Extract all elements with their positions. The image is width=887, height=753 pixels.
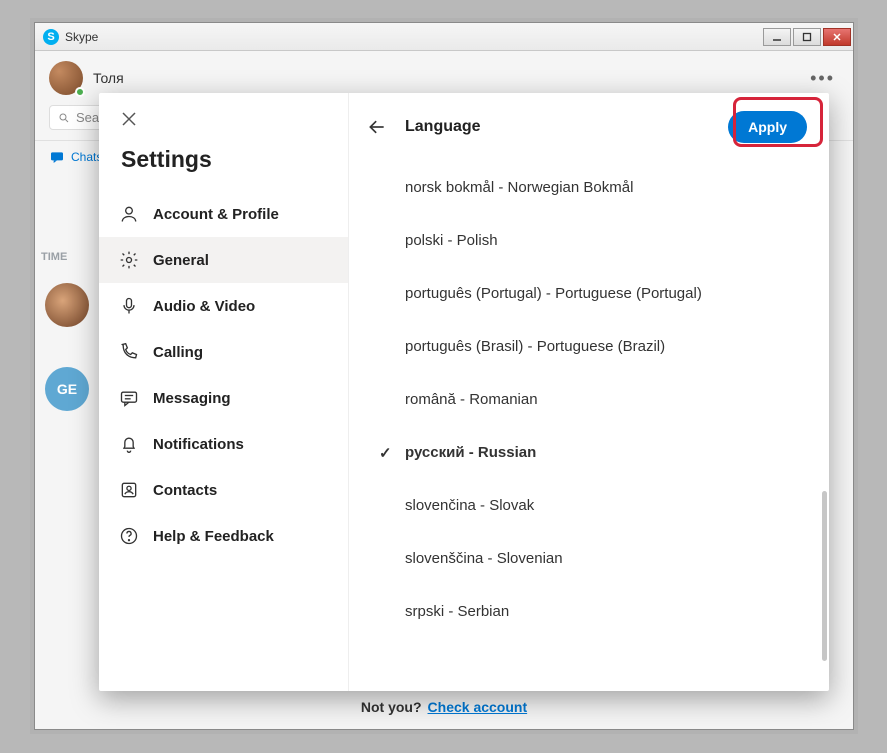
nav-label: Messaging [153,390,231,407]
settings-title: Settings [99,132,348,191]
nav-label: Contacts [153,482,217,499]
language-option[interactable]: русский - Russian [359,426,821,479]
language-list[interactable]: norsk bokmål - Norwegian Bokmålpolski - … [349,161,829,691]
language-option[interactable]: slovenščina - Slovenian [359,532,821,585]
nav-calling[interactable]: Calling [99,329,348,375]
nav-help-feedback[interactable]: Help & Feedback [99,513,348,559]
nav-general[interactable]: General [99,237,348,283]
close-settings-button[interactable] [99,93,348,132]
close-button[interactable] [823,28,851,46]
gear-icon [119,250,139,270]
arrow-left-icon [367,117,387,137]
message-icon [119,388,139,408]
settings-detail-pane: Language Apply norsk bokmål - Norwegian … [349,93,829,691]
detail-header: Language Apply [349,93,829,161]
app-window: S Skype Толя ••• Se [34,22,854,730]
language-option[interactable]: português (Portugal) - Portuguese (Portu… [359,267,821,320]
nav-contacts[interactable]: Contacts [99,467,348,513]
nav-label: General [153,252,209,269]
search-text: Sea [76,110,99,125]
nav-label: Help & Feedback [153,528,274,545]
tab-chats-label: Chats [71,150,102,164]
language-option[interactable]: română - Romanian [359,373,821,426]
nav-notifications[interactable]: Notifications [99,421,348,467]
microphone-icon [119,296,139,316]
language-option[interactable]: norsk bokmål - Norwegian Bokmål [359,161,821,214]
contact-avatar-1[interactable] [45,283,89,327]
check-account-link[interactable]: Check account [428,699,528,715]
titlebar: S Skype [35,23,853,51]
detail-title: Language [405,118,710,136]
presence-online-icon [75,87,85,97]
nav-label: Account & Profile [153,206,279,223]
nav-label: Notifications [153,436,244,453]
bell-icon [119,434,139,454]
not-you-prompt: Not you? Check account [35,685,853,729]
contact-avatar-2[interactable]: GE [45,367,89,411]
window-controls [763,28,851,46]
maximize-button[interactable] [793,28,821,46]
settings-modal: Settings Account & Profile General Audio… [99,93,829,691]
scrollbar-thumb[interactable] [822,491,827,661]
profile-name: Толя [93,70,796,86]
search-icon [58,112,70,124]
minimize-button[interactable] [763,28,791,46]
nav-audio-video[interactable]: Audio & Video [99,283,348,329]
language-option[interactable]: slovenčina - Slovak [359,479,821,532]
not-you-text: Not you? [361,699,422,715]
person-icon [119,204,139,224]
help-icon [119,526,139,546]
avatar[interactable] [49,61,83,95]
settings-sidebar: Settings Account & Profile General Audio… [99,93,349,691]
back-button[interactable] [367,117,387,137]
skype-logo-icon: S [43,29,59,45]
contacts-icon [119,480,139,500]
chat-icon [49,149,65,165]
nav-account-profile[interactable]: Account & Profile [99,191,348,237]
close-icon [121,111,137,127]
nav-label: Audio & Video [153,298,255,315]
window-title: Skype [65,30,763,44]
more-menu-button[interactable]: ••• [806,68,839,89]
phone-icon [119,342,139,362]
nav-messaging[interactable]: Messaging [99,375,348,421]
language-option[interactable]: srpski - Serbian [359,585,821,638]
time-section-label: TIME [41,251,67,263]
language-option[interactable]: polski - Polish [359,214,821,267]
apply-button[interactable]: Apply [728,111,807,143]
nav-label: Calling [153,344,203,361]
language-option[interactable]: português (Brasil) - Portuguese (Brazil) [359,320,821,373]
